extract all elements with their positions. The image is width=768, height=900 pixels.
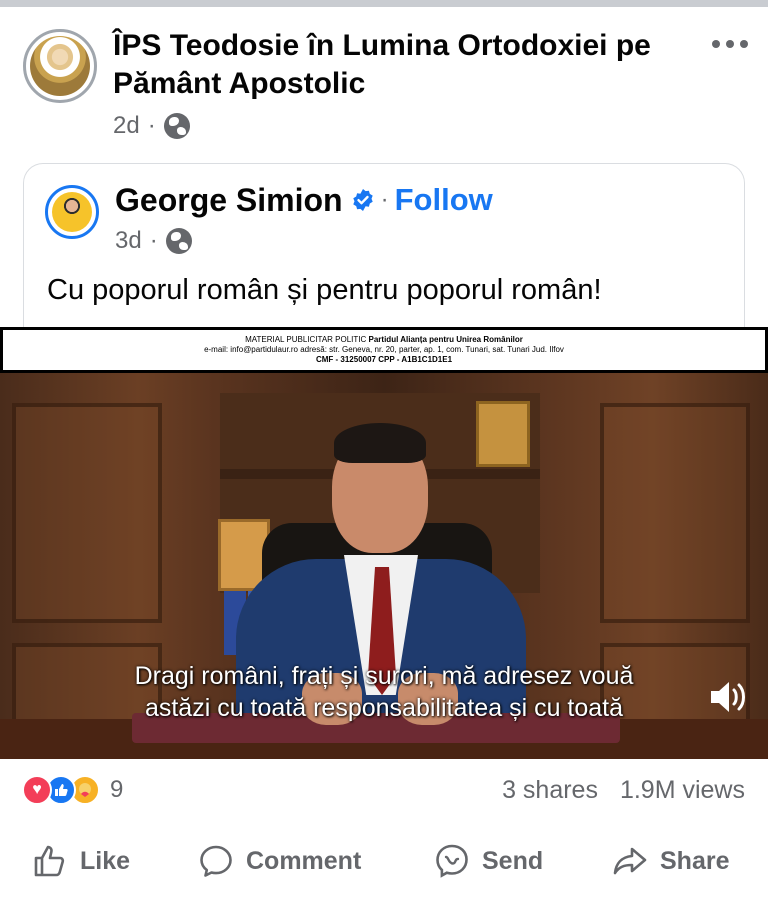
meta-separator: · (147, 112, 156, 139)
send-button[interactable]: Send (434, 834, 543, 888)
post-meta: 2d · (113, 111, 190, 141)
shared-timestamp[interactable]: 3d (115, 227, 142, 255)
love-reaction-icon: ♥ (22, 775, 52, 805)
send-label: Send (482, 846, 544, 875)
follow-separator: · (380, 186, 389, 213)
banner-line-2: e-mail: info@partidulaur.ro adresă: str.… (204, 345, 564, 354)
globe-icon (163, 113, 190, 139)
share-arrow-icon (613, 847, 647, 875)
engagement-stats: 3 shares 1.9M views (502, 772, 745, 808)
action-bar: Like Comment Send Share (0, 834, 768, 888)
post-timestamp[interactable]: 2d (113, 112, 140, 140)
share-button[interactable]: Share (612, 834, 729, 888)
shared-author-row: George Simion · Follow (115, 178, 493, 222)
political-ad-banner: MATERIAL PUBLICITAR POLITIC Partidul Ali… (0, 327, 768, 373)
shared-author-name[interactable]: George Simion (115, 182, 343, 219)
shared-post-card[interactable]: George Simion · Follow 3d · Cu poporul r… (23, 163, 745, 343)
comment-button[interactable]: Comment (198, 834, 361, 888)
reaction-count: 9 (110, 776, 124, 803)
shared-author-avatar[interactable] (45, 185, 99, 239)
banner-line-3: CMF - 31250007 CPP - A1B1C1D1E1 (315, 355, 453, 364)
banner-line-1: MATERIAL PUBLICITAR POLITIC Partidul Ali… (245, 335, 523, 344)
more-options-icon[interactable] (712, 37, 752, 51)
like-button[interactable]: Like (32, 834, 130, 888)
verified-badge-icon (352, 189, 373, 211)
shares-count[interactable]: 3 shares (502, 776, 598, 805)
top-divider (0, 0, 768, 7)
share-label: Share (660, 846, 730, 875)
meta-separator: · (149, 227, 158, 254)
shared-meta: 3d · (115, 226, 192, 256)
subtitle-line-2: astăzi cu toată responsabilitatea și cu … (144, 694, 624, 722)
subtitle-line-1: Dragi români, frați și surori, mă adrese… (134, 662, 634, 690)
page-avatar[interactable] (23, 29, 97, 103)
post-author-name[interactable]: ÎPS Teodosie în Lumina Ortodoxiei pe Păm… (113, 27, 673, 103)
comment-icon (200, 845, 232, 877)
reactions-summary[interactable]: ♥ 9 (22, 772, 123, 808)
globe-icon (165, 228, 192, 254)
like-label: Like (80, 846, 131, 875)
messenger-icon (436, 844, 468, 878)
comment-label: Comment (246, 846, 362, 875)
volume-icon[interactable] (708, 679, 748, 715)
thumbs-up-icon (34, 845, 65, 877)
views-count: 1.9M views (619, 775, 745, 804)
post-header: ÎPS Teodosie în Lumina Ortodoxiei pe Păm… (0, 7, 768, 147)
post-caption: Cu poporul român și pentru poporul român… (47, 274, 602, 306)
video-player[interactable]: MATERIAL PUBLICITAR POLITIC Partidul Ali… (0, 327, 768, 759)
follow-button[interactable]: Follow (395, 182, 493, 218)
video-subtitles: Dragi români, frați și surori, mă adrese… (0, 660, 768, 724)
